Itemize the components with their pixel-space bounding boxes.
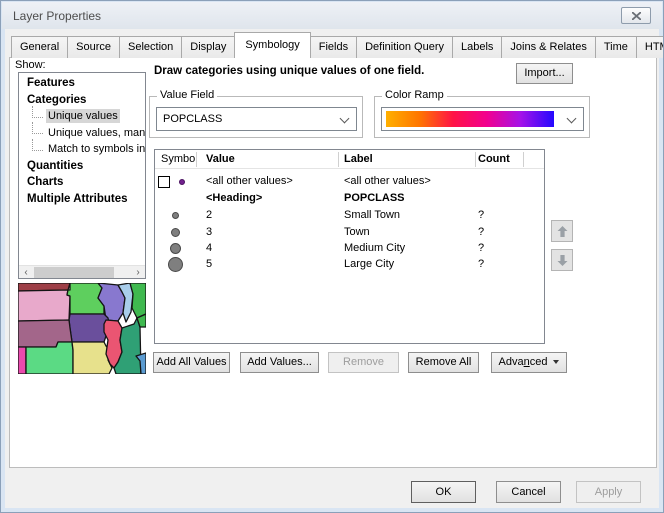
- tree-item-multiple-attributes[interactable]: Multiple Attributes: [19, 191, 145, 208]
- value-field-combo[interactable]: POPCLASS: [156, 107, 357, 131]
- show-tree-items: Features Categories Unique values Unique…: [19, 73, 145, 207]
- chevron-down-icon: [567, 114, 577, 124]
- ok-button[interactable]: OK: [411, 481, 476, 503]
- show-label: Show:: [15, 59, 46, 71]
- close-button[interactable]: [621, 7, 651, 24]
- tab-selection[interactable]: Selection: [119, 36, 182, 58]
- value-field-label: Value Field: [157, 89, 217, 101]
- column-header-value: Value: [206, 153, 235, 165]
- title-bar: Layer Properties: [2, 2, 662, 29]
- values-table: Symbol Value Label Count <all other valu…: [154, 149, 545, 344]
- tab-labels[interactable]: Labels: [452, 36, 502, 58]
- value-field-group: Value Field POPCLASS: [149, 96, 363, 138]
- tab-fields[interactable]: Fields: [310, 36, 357, 58]
- symbology-page: Show: Features Categories Unique values …: [9, 57, 657, 468]
- tree-connector: [32, 139, 43, 151]
- tab-display[interactable]: Display: [181, 36, 235, 58]
- column-header-label: Label: [344, 153, 373, 165]
- color-ramp-combo[interactable]: [381, 107, 584, 131]
- method-description: Draw categories using unique values of o…: [154, 65, 424, 77]
- table-row[interactable]: 2 Small Town ?: [155, 207, 544, 224]
- table-row[interactable]: <Heading> POPCLASS: [155, 190, 544, 207]
- move-down-button[interactable]: [551, 249, 573, 271]
- color-ramp-group: Color Ramp: [374, 96, 590, 138]
- table-row[interactable]: 4 Medium City ?: [155, 240, 544, 257]
- all-other-values-checkbox[interactable]: [158, 176, 170, 188]
- tab-joins-relates[interactable]: Joins & Relates: [501, 36, 595, 58]
- all-other-values-symbol-icon[interactable]: [179, 179, 185, 185]
- category-symbol-icon[interactable]: [171, 228, 180, 237]
- tree-connector: [32, 122, 43, 134]
- tree-item-charts[interactable]: Charts: [19, 174, 145, 191]
- add-all-values-button[interactable]: Add All Values: [153, 352, 230, 373]
- close-icon: [632, 12, 641, 20]
- tab-symbology[interactable]: Symbology: [234, 32, 310, 58]
- category-symbol-icon[interactable]: [168, 257, 183, 272]
- remove-button[interactable]: Remove: [328, 352, 399, 373]
- import-button[interactable]: Import...: [516, 63, 573, 84]
- color-ramp-swatch: [386, 111, 554, 127]
- table-row[interactable]: 3 Town ?: [155, 224, 544, 241]
- column-header-count: Count: [478, 153, 510, 165]
- arrow-down-icon: [556, 254, 569, 267]
- tab-general[interactable]: General: [11, 36, 68, 58]
- color-ramp-label: Color Ramp: [382, 89, 447, 101]
- value-field-value: POPCLASS: [163, 113, 222, 125]
- show-tree: Features Categories Unique values Unique…: [18, 72, 146, 279]
- tab-source[interactable]: Source: [67, 36, 120, 58]
- scroll-right-icon[interactable]: ›: [131, 266, 145, 279]
- tab-html-popup[interactable]: HTML Popup: [636, 36, 664, 58]
- tree-item-quantities[interactable]: Quantities: [19, 158, 145, 175]
- tree-item-match-symbols[interactable]: Match to symbols in a: [19, 141, 145, 158]
- tab-time[interactable]: Time: [595, 36, 637, 58]
- tree-horizontal-scrollbar[interactable]: ‹ ›: [19, 265, 145, 278]
- apply-button[interactable]: Apply: [576, 481, 641, 503]
- tree-item-features[interactable]: Features: [19, 75, 145, 92]
- category-symbol-icon[interactable]: [172, 212, 179, 219]
- window-title: Layer Properties: [13, 9, 101, 23]
- column-header-symbol: Symbol: [161, 153, 198, 165]
- remove-all-button[interactable]: Remove All: [408, 352, 479, 373]
- scroll-left-icon[interactable]: ‹: [19, 266, 33, 279]
- table-row[interactable]: <all other values> <all other values>: [155, 173, 544, 190]
- cancel-button[interactable]: Cancel: [496, 481, 561, 503]
- table-row[interactable]: 5 Large City ?: [155, 256, 544, 273]
- map-preview: [18, 283, 146, 374]
- tree-connector: [32, 106, 43, 118]
- layer-properties-dialog: Layer Properties General Source Selectio…: [0, 0, 664, 513]
- dropdown-arrow-icon: [553, 360, 559, 364]
- table-header: Symbol Value Label Count: [155, 150, 544, 169]
- arrow-up-icon: [556, 225, 569, 238]
- tab-strip: General Source Selection Display Symbolo…: [11, 35, 664, 58]
- chevron-down-icon: [340, 114, 350, 124]
- tab-definition-query[interactable]: Definition Query: [356, 36, 453, 58]
- move-up-button[interactable]: [551, 220, 573, 242]
- category-symbol-icon[interactable]: [170, 243, 181, 254]
- add-values-button[interactable]: Add Values...: [240, 352, 319, 373]
- advanced-button[interactable]: Advanced: [491, 352, 567, 373]
- scrollbar-thumb[interactable]: [34, 267, 114, 278]
